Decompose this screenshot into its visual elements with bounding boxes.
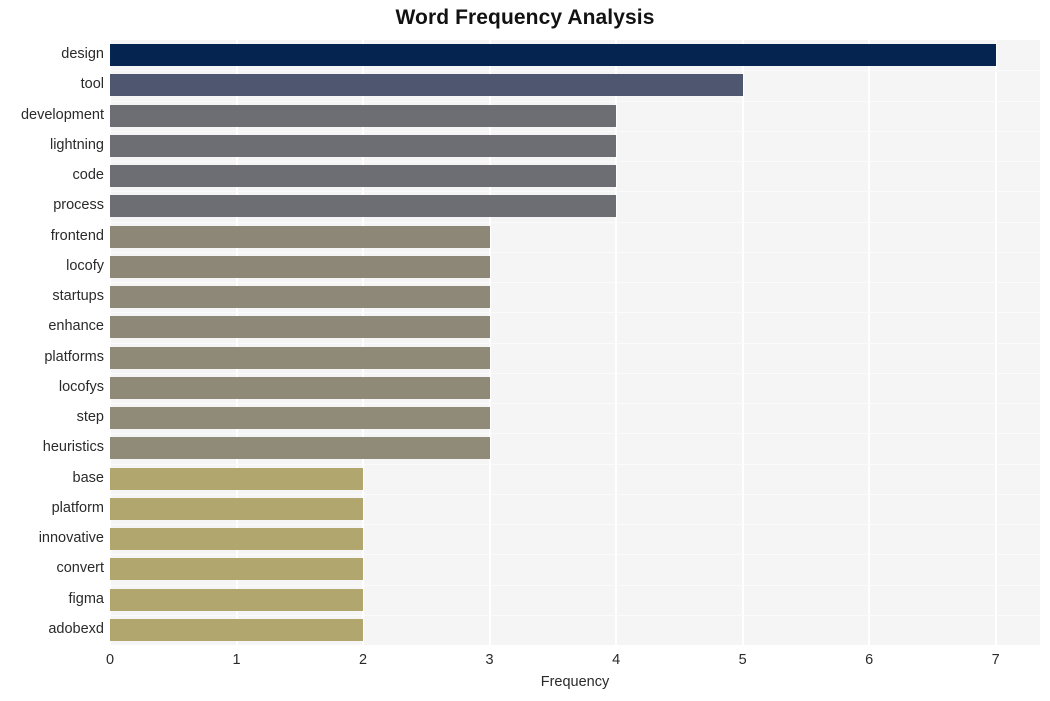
- bar-code[interactable]: [110, 165, 617, 187]
- bar-row[interactable]: [110, 74, 1040, 97]
- y-tick-label-platform: platform: [51, 499, 104, 516]
- x-tick-label-2: 2: [359, 652, 368, 668]
- y-tick-label-step: step: [76, 409, 104, 426]
- bar-row[interactable]: [110, 346, 1040, 369]
- bar-row[interactable]: [110, 44, 1040, 66]
- x-axis-tick-labels: 0 1 2 3 4 5 6 7: [106, 645, 1040, 671]
- bar-enhance[interactable]: [110, 316, 490, 339]
- bar-row[interactable]: [110, 467, 1040, 490]
- bar-locofy[interactable]: [110, 255, 490, 278]
- bar-tool[interactable]: [110, 74, 743, 97]
- bar-row[interactable]: [110, 134, 1040, 157]
- bar-locofys[interactable]: [110, 376, 490, 399]
- y-tick-label-tool: tool: [80, 76, 104, 93]
- y-tick-label-figma: figma: [68, 590, 104, 607]
- bar-row[interactable]: [110, 104, 1040, 127]
- y-tick-label-adobexd: adobexd: [48, 620, 104, 637]
- bar-convert[interactable]: [110, 558, 364, 581]
- y-tick-label-startups: startups: [52, 288, 104, 305]
- bar-row[interactable]: [110, 376, 1040, 399]
- y-tick-label-frontend: frontend: [50, 227, 104, 244]
- bar-row[interactable]: [110, 165, 1040, 187]
- y-tick-label-locofy: locofy: [66, 257, 104, 274]
- bars-layer: [110, 40, 1040, 645]
- bar-row[interactable]: [110, 195, 1040, 218]
- x-tick-label-7: 7: [991, 652, 1000, 668]
- bar-row[interactable]: [110, 497, 1040, 520]
- y-tick-label-enhance: enhance: [48, 318, 104, 335]
- bar-frontend[interactable]: [110, 225, 490, 248]
- x-tick-label-3: 3: [485, 652, 494, 668]
- bar-heuristics[interactable]: [110, 437, 490, 460]
- x-tick-label-5: 5: [738, 652, 747, 668]
- bar-row[interactable]: [110, 225, 1040, 248]
- y-tick-label-lightning: lightning: [49, 136, 104, 153]
- y-tick-label-platforms: platforms: [44, 348, 104, 365]
- bar-row[interactable]: [110, 618, 1040, 641]
- bar-platform[interactable]: [110, 497, 364, 520]
- x-axis-title: Frequency: [540, 674, 610, 690]
- word-frequency-chart: Word Frequency Analysis design tool develo…: [0, 0, 1050, 701]
- bar-row[interactable]: [110, 286, 1040, 308]
- y-tick-label-innovative: innovative: [38, 530, 104, 547]
- bar-startups[interactable]: [110, 286, 490, 308]
- bar-process[interactable]: [110, 195, 617, 218]
- bar-innovative[interactable]: [110, 528, 364, 550]
- y-tick-label-process: process: [53, 197, 104, 214]
- bar-figma[interactable]: [110, 588, 364, 611]
- y-tick-label-code: code: [72, 167, 104, 184]
- y-tick-label-heuristics: heuristics: [42, 439, 104, 456]
- bar-base[interactable]: [110, 467, 364, 490]
- x-tick-label-1: 1: [232, 652, 241, 668]
- plot-area: [109, 40, 1040, 645]
- y-tick-label-locofys: locofys: [58, 378, 104, 395]
- bar-design[interactable]: [110, 44, 996, 66]
- bar-lightning[interactable]: [110, 134, 617, 157]
- bar-row[interactable]: [110, 255, 1040, 278]
- x-tick-label-0: 0: [105, 652, 115, 668]
- y-tick-label-base: base: [72, 469, 104, 486]
- bar-development[interactable]: [110, 104, 617, 127]
- chart-title: Word Frequency Analysis: [395, 6, 655, 29]
- bar-platforms[interactable]: [110, 346, 490, 369]
- bar-step[interactable]: [110, 407, 490, 429]
- bar-row[interactable]: [110, 407, 1040, 429]
- x-tick-label-4: 4: [612, 652, 621, 668]
- y-tick-label-development: development: [20, 106, 104, 123]
- bar-row[interactable]: [110, 437, 1040, 460]
- y-axis-tick-labels: design tool development lightning code proces…: [0, 40, 104, 645]
- y-tick-label-design: design: [61, 46, 104, 63]
- y-tick-label-convert: convert: [56, 560, 104, 577]
- bar-row[interactable]: [110, 316, 1040, 339]
- x-tick-label-6: 6: [865, 652, 874, 668]
- bar-row[interactable]: [110, 588, 1040, 611]
- bar-row[interactable]: [110, 528, 1040, 550]
- bar-adobexd[interactable]: [110, 618, 364, 641]
- bar-row[interactable]: [110, 558, 1040, 581]
